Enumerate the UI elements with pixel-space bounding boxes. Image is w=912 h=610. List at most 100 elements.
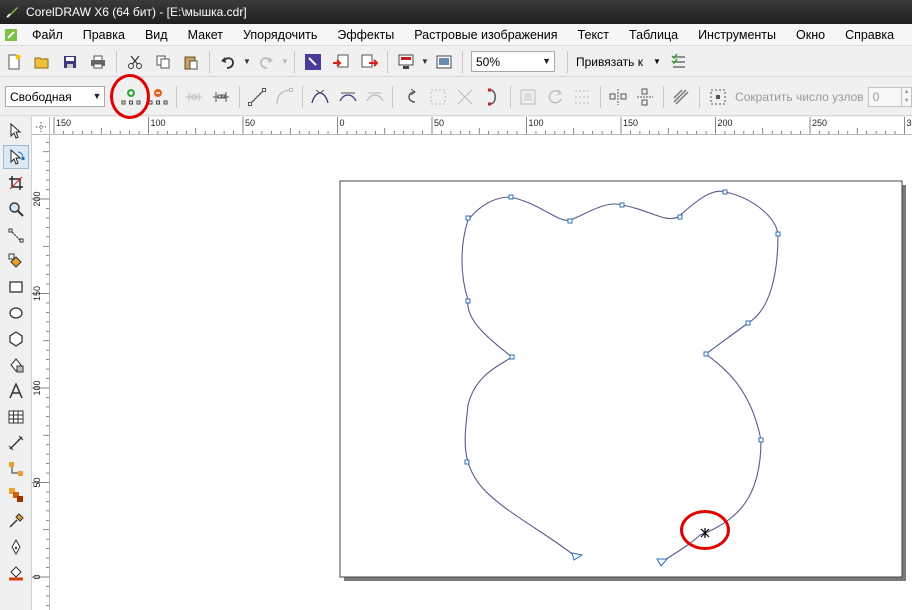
cusp-node-icon[interactable] <box>309 85 332 109</box>
reduce-nodes-stepper: 0 ▲ ▼ <box>867 86 912 107</box>
paste-icon[interactable] <box>179 50 203 74</box>
node[interactable] <box>465 215 471 221</box>
break-curve-icon[interactable] <box>210 85 233 109</box>
close-curve-icon[interactable] <box>480 85 503 109</box>
undo-icon[interactable] <box>216 50 240 74</box>
save-icon[interactable] <box>58 50 82 74</box>
document-icon[interactable] <box>0 25 22 45</box>
node[interactable] <box>465 298 471 304</box>
ruler-label: 150 <box>32 286 42 301</box>
selection-mode-combo[interactable]: Свободная ▼ <box>5 86 106 107</box>
rectangle-tool-icon[interactable] <box>3 275 29 299</box>
zoom-tool-icon[interactable] <box>3 197 29 221</box>
page-border <box>339 180 903 578</box>
menu-edit[interactable]: Правка <box>73 25 135 45</box>
eyedropper-tool-icon[interactable] <box>3 509 29 533</box>
crop-tool-icon[interactable] <box>3 171 29 195</box>
reverse-direction-icon[interactable] <box>399 85 422 109</box>
ellipse-tool-icon[interactable] <box>3 301 29 325</box>
convert-to-line-icon[interactable] <box>246 85 269 109</box>
node[interactable] <box>703 351 709 357</box>
basic-shapes-tool-icon[interactable] <box>3 353 29 377</box>
shape-tool-icon[interactable] <box>3 145 29 169</box>
ruler-origin-corner[interactable] <box>32 117 50 135</box>
snap-to-dropdown[interactable]: Привязать к ▼ <box>572 55 665 69</box>
align-nodes-icon <box>571 85 594 109</box>
reflect-vertical-icon[interactable] <box>634 85 657 109</box>
reduce-nodes-label: Сократить число узлов <box>735 89 864 104</box>
menu-help[interactable]: Справка <box>835 25 904 45</box>
ruler-label: 100 <box>32 380 42 395</box>
separator <box>116 50 117 73</box>
separator <box>387 50 388 73</box>
fill-tool-icon[interactable] <box>3 561 29 585</box>
vertical-ruler[interactable]: 200 150 100 50 0 <box>32 135 50 610</box>
separator <box>509 85 511 108</box>
horizontal-ruler[interactable]: 150 100 50 0 50 100 150 200 250 300 <box>50 117 912 135</box>
launcher-dropdown-icon[interactable]: ▼ <box>420 50 430 74</box>
menu-arrange[interactable]: Упорядочить <box>233 25 327 45</box>
blend-tool-icon[interactable] <box>3 483 29 507</box>
menu-view[interactable]: Вид <box>135 25 178 45</box>
export-icon[interactable] <box>357 50 381 74</box>
menu-window[interactable]: Окно <box>786 25 835 45</box>
connector-tool-icon[interactable] <box>3 457 29 481</box>
node[interactable] <box>619 202 625 208</box>
dimension-tool-icon[interactable] <box>3 431 29 455</box>
menu-text[interactable]: Текст <box>568 25 619 45</box>
welcome-screen-icon[interactable] <box>432 50 456 74</box>
chevron-down-icon: ▼ <box>542 56 551 66</box>
menu-file[interactable]: Файл <box>22 25 73 45</box>
options-icon[interactable] <box>667 50 691 74</box>
node[interactable] <box>758 437 764 443</box>
rotate-nodes-icon <box>544 85 567 109</box>
search-content-icon[interactable] <box>301 50 325 74</box>
table-tool-icon[interactable] <box>3 405 29 429</box>
menu-bitmaps[interactable]: Растровые изображения <box>404 25 567 45</box>
node[interactable] <box>508 194 514 200</box>
drawing-canvas[interactable] <box>50 135 912 610</box>
open-icon[interactable] <box>30 50 54 74</box>
smart-fill-tool-icon[interactable] <box>3 249 29 273</box>
reflect-horizontal-icon[interactable] <box>607 85 630 109</box>
stretch-nodes-icon <box>517 85 540 109</box>
node[interactable] <box>464 459 470 465</box>
node[interactable] <box>677 214 683 220</box>
ruler-label: 250 <box>812 118 827 128</box>
print-icon[interactable] <box>86 50 110 74</box>
select-all-nodes-icon[interactable] <box>706 85 729 109</box>
node[interactable] <box>745 320 751 326</box>
node[interactable] <box>567 218 573 224</box>
ruler-label: 50 <box>245 118 255 128</box>
import-icon[interactable] <box>329 50 353 74</box>
polygon-tool-icon[interactable] <box>3 327 29 351</box>
undo-dropdown-icon[interactable]: ▼ <box>242 50 252 74</box>
menu-table[interactable]: Таблица <box>619 25 688 45</box>
menu-tools[interactable]: Инструменты <box>688 25 786 45</box>
ruler-label: 50 <box>434 118 444 128</box>
redo-icon <box>254 50 278 74</box>
application-launcher-icon[interactable] <box>394 50 418 74</box>
cut-icon[interactable] <box>123 50 147 74</box>
smooth-node-icon[interactable] <box>336 85 359 109</box>
new-document-icon[interactable] <box>2 50 26 74</box>
text-tool-icon[interactable] <box>3 379 29 403</box>
node[interactable] <box>775 231 781 237</box>
menu-bar: Файл Правка Вид Макет Упорядочить Эффект… <box>0 24 912 46</box>
copy-icon[interactable] <box>151 50 175 74</box>
zoom-level-combo[interactable]: 50% ▼ <box>471 51 555 72</box>
annotation-circle-canvas <box>680 510 730 550</box>
reduce-nodes-value: 0 <box>872 89 880 104</box>
elastic-mode-icon[interactable] <box>670 85 693 109</box>
pick-tool-icon[interactable] <box>3 119 29 143</box>
node[interactable] <box>509 354 515 360</box>
menu-effects[interactable]: Эффекты <box>327 25 404 45</box>
ruler-label: 200 <box>718 118 733 128</box>
node[interactable] <box>722 189 728 195</box>
outline-pen-tool-icon[interactable] <box>3 535 29 559</box>
coreldraw-icon <box>4 4 20 20</box>
menu-layout[interactable]: Макет <box>178 25 233 45</box>
annotation-circle-add-node <box>110 74 150 119</box>
freehand-tool-icon[interactable] <box>3 223 29 247</box>
extract-subpath-icon <box>453 85 476 109</box>
